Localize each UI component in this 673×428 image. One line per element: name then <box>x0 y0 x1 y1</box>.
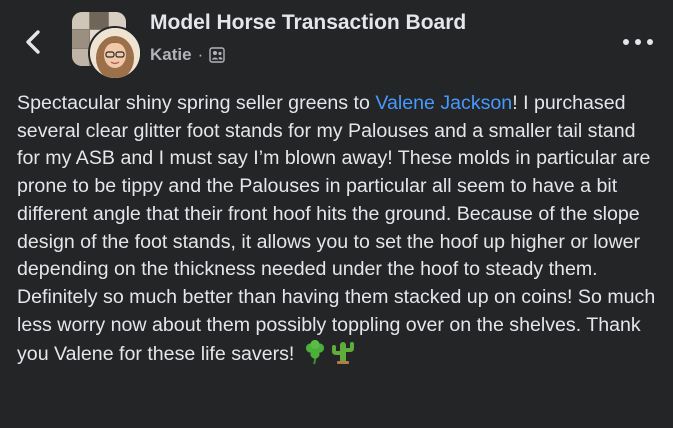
back-button[interactable] <box>18 26 50 58</box>
group-and-user-avatar[interactable] <box>72 12 142 80</box>
post-meta: Katie · <box>150 45 225 65</box>
shamrock-emoji <box>302 339 328 374</box>
cactus-emoji <box>330 339 356 374</box>
mention-link[interactable]: Valene Jackson <box>375 92 512 114</box>
post-header: Model Horse Transaction Board Katie · <box>0 0 673 84</box>
post-text-main: ! I purchased several clear glitter foot… <box>17 92 656 366</box>
more-horizontal-icon <box>623 39 629 45</box>
meta-separator: · <box>197 45 204 64</box>
more-options-button[interactable] <box>623 33 653 51</box>
group-name[interactable]: Model Horse Transaction Board <box>150 11 466 35</box>
group-members-icon <box>209 47 225 63</box>
avatar <box>88 26 142 80</box>
author-name[interactable]: Katie <box>150 45 192 65</box>
chevron-left-icon <box>26 30 40 54</box>
post-text: Spectacular shiny spring seller greens t… <box>17 90 662 374</box>
post-text-intro: Spectacular shiny spring seller greens t… <box>17 92 376 114</box>
